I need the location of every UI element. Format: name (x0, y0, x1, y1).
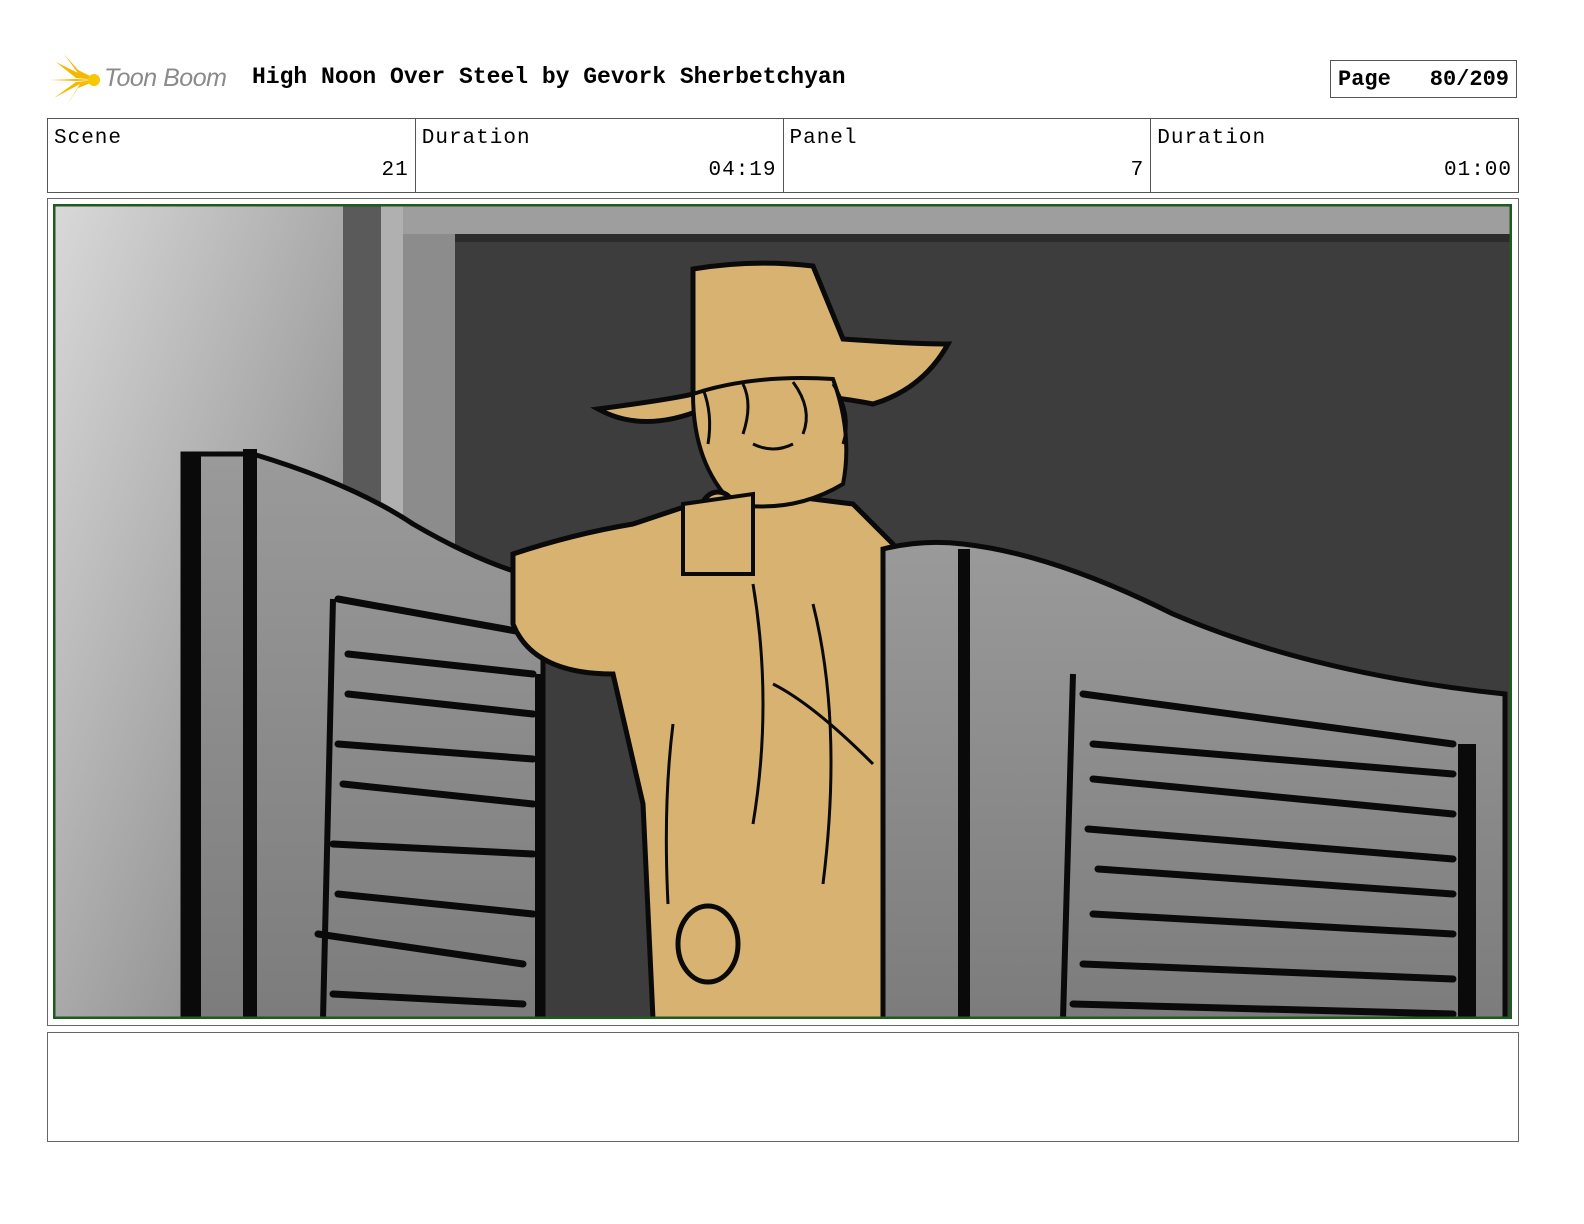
scene-label: Scene (54, 127, 123, 150)
scene-cell: Scene 21 (48, 119, 416, 192)
top-beam (403, 204, 1512, 234)
panel-duration-value: 01:00 (1443, 159, 1512, 182)
panel-duration-cell: Duration 01:00 (1151, 119, 1518, 192)
page-indicator: Page 80/209 (1330, 60, 1517, 98)
right-door-edge (1458, 744, 1476, 1019)
document-title: High Noon Over Steel by Gevork Sherbetch… (252, 64, 846, 90)
toon-boom-logo: Toon Boom (50, 54, 240, 106)
scene-duration-label: Duration (421, 127, 531, 150)
page-number: 80/209 (1429, 66, 1509, 92)
storyboard-panel-image (53, 204, 1512, 1019)
cowboy-hands (681, 491, 755, 576)
logo-text: Toon Boom (104, 64, 227, 92)
scene-value: 21 (381, 159, 409, 182)
left-door-edge (183, 454, 201, 1019)
panel-duration-label: Duration (1157, 127, 1267, 150)
left-door-stile (243, 449, 257, 1019)
panel-cell: Panel 7 (784, 119, 1152, 192)
starburst-icon (50, 54, 100, 106)
panel-label: Panel (789, 127, 858, 150)
page-label: Page (1338, 66, 1391, 92)
scene-duration-cell: Duration 04:19 (416, 119, 784, 192)
right-door-stile (958, 549, 970, 1019)
belt-buckle (675, 903, 741, 985)
storyboard-panel-frame (47, 198, 1519, 1026)
scene-duration-value: 04:19 (708, 159, 777, 182)
panel-value: 7 (1130, 159, 1145, 182)
scene-info-table: Scene 21 Duration 04:19 Panel 7 Duration… (47, 118, 1519, 193)
beam-shadow (455, 234, 1512, 242)
panel-notes-box (47, 1032, 1519, 1142)
